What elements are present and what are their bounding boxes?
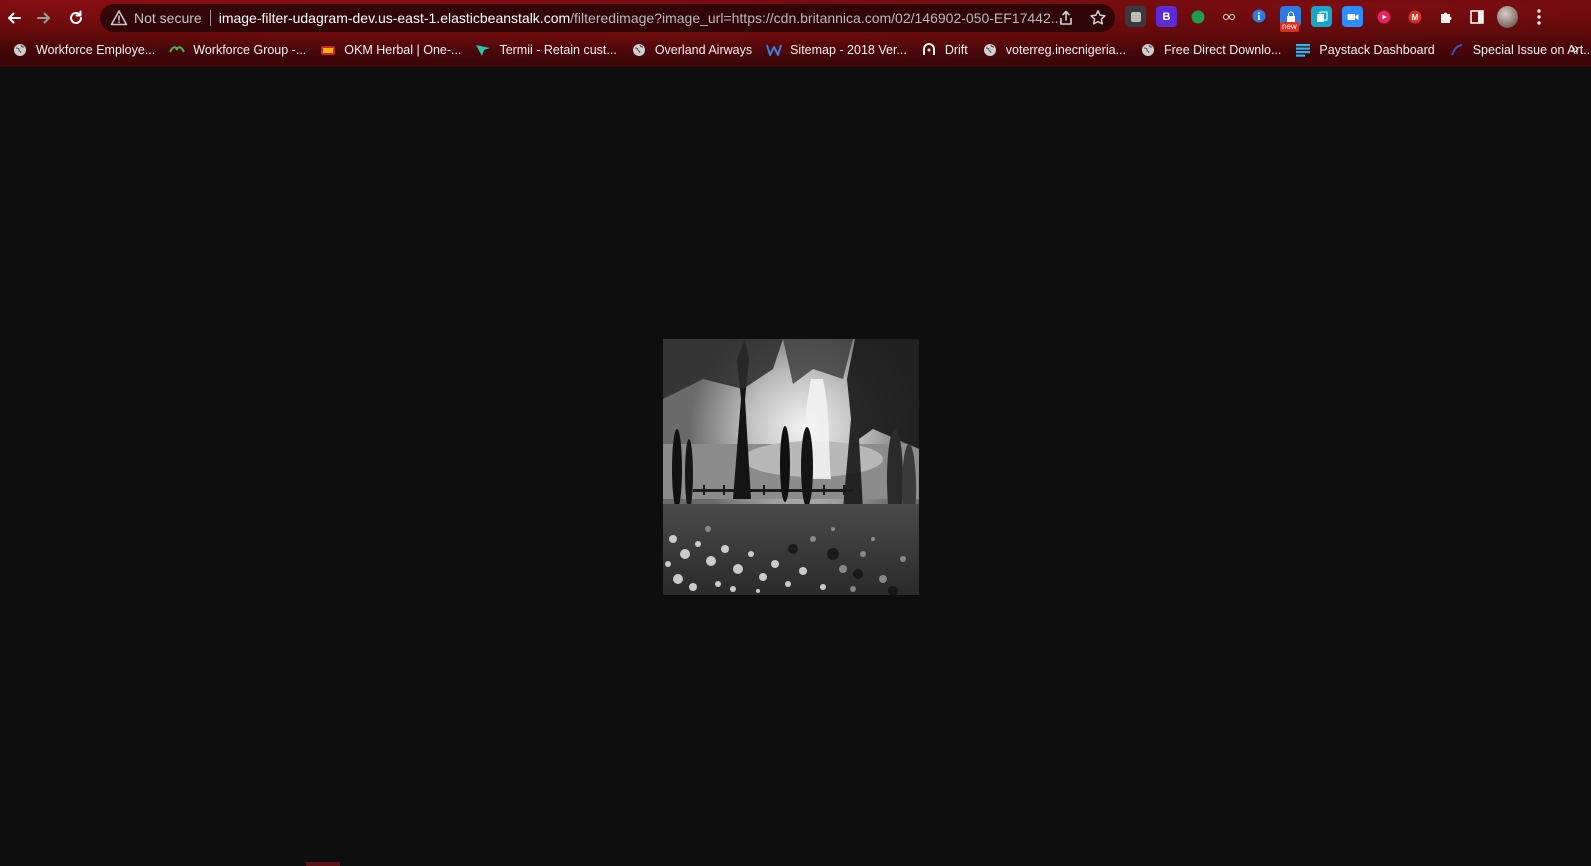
mail-icon: M xyxy=(1408,10,1421,23)
globe-icon xyxy=(1140,42,1156,58)
bookmark-item[interactable]: Sitemap - 2018 Ver... xyxy=(760,38,915,62)
bookmark-label: Workforce Employe... xyxy=(36,43,156,57)
bookmark-label: OKM Herbal | One-... xyxy=(344,43,462,57)
paystack-icon xyxy=(1295,42,1311,58)
reload-icon xyxy=(70,10,82,24)
bookmark-label: Drift xyxy=(944,43,968,57)
bookmarks-overflow-button[interactable]: » xyxy=(1571,40,1579,57)
termii-icon xyxy=(475,42,491,58)
leaf-icon xyxy=(1191,10,1204,23)
bookmark-label: Termii - Retain cust... xyxy=(499,43,617,57)
copy-icon xyxy=(1316,11,1327,22)
bookmark-item[interactable]: Workforce Group -... xyxy=(163,38,314,62)
article-icon xyxy=(1449,42,1465,58)
extension-glasses[interactable] xyxy=(1218,6,1239,27)
url-path: /filteredimage?image_url=https://cdn.bri… xyxy=(570,10,1063,26)
bookmark-item[interactable]: OKM Herbal | One-... xyxy=(314,38,469,62)
park-photo-grayscale xyxy=(663,339,919,595)
forward-button[interactable] xyxy=(32,6,56,30)
extensions-menu-button[interactable] xyxy=(1435,6,1456,27)
page-content xyxy=(0,68,1591,866)
bookmarks-bar: Workforce Employe... Workforce Group -..… xyxy=(0,36,1591,64)
back-button[interactable] xyxy=(2,6,26,30)
bookmark-label: Paystack Dashboard xyxy=(1319,43,1435,57)
share-icon[interactable] xyxy=(1057,9,1075,27)
address-separator xyxy=(209,10,211,26)
bookmark-label: Sitemap - 2018 Ver... xyxy=(790,43,907,57)
filtered-image xyxy=(663,339,919,595)
extension-gmail-label: M xyxy=(1411,13,1418,22)
bookmark-item[interactable]: voterreg.inecnigeria... xyxy=(976,38,1134,62)
puzzle-icon xyxy=(1440,12,1451,23)
extension-bootstrap-label: B xyxy=(1162,10,1171,23)
bookmark-label: Workforce Group -... xyxy=(193,43,307,57)
extension-generic-icon xyxy=(1130,11,1141,22)
extension-teal[interactable] xyxy=(1311,6,1332,27)
record-icon xyxy=(1377,10,1390,23)
taskbar-indicator xyxy=(306,862,340,866)
side-panel-button[interactable] xyxy=(1466,6,1487,27)
globe-icon xyxy=(982,42,998,58)
url-host: image-filter-udagram-dev.us-east-1.elast… xyxy=(218,10,571,26)
video-camera-icon xyxy=(1347,13,1358,20)
extensions-bar: B new M xyxy=(1125,5,1549,32)
glasses-icon xyxy=(1222,13,1235,20)
extension-bootstrap[interactable]: B xyxy=(1156,6,1177,27)
extension-record[interactable] xyxy=(1373,6,1394,27)
w-icon xyxy=(766,42,783,58)
bookmark-item[interactable]: Overland Airways xyxy=(625,38,760,62)
arrow-right-icon xyxy=(37,12,50,24)
bookmark-item[interactable]: Workforce Employe... xyxy=(6,38,163,62)
info-icon xyxy=(1252,9,1265,22)
profile-button[interactable] xyxy=(1497,5,1518,28)
extension-gmail[interactable]: M xyxy=(1404,6,1425,27)
arrow-left-icon xyxy=(8,12,21,24)
leaf-icon xyxy=(169,42,186,58)
bookmark-label: voterreg.inecnigeria... xyxy=(1005,43,1126,57)
warning-icon xyxy=(110,10,128,26)
extension-generic[interactable] xyxy=(1125,6,1146,27)
browser-toolbar: Not secure image-filter-udagram-dev.us-e… xyxy=(0,0,1591,36)
extension-new[interactable]: new xyxy=(1280,6,1301,32)
drift-icon xyxy=(921,42,937,58)
bookmark-item[interactable]: Special Issue on Art... xyxy=(1443,38,1591,62)
more-vertical-icon xyxy=(1536,8,1541,25)
address-bar[interactable]: Not secure image-filter-udagram-dev.us-e… xyxy=(100,4,1115,32)
bookmark-item[interactable]: Termii - Retain cust... xyxy=(469,38,624,62)
bookmark-label: Free Direct Downlo... xyxy=(1163,43,1282,57)
bookmark-item[interactable]: Free Direct Downlo... xyxy=(1134,38,1289,62)
side-panel-icon xyxy=(1469,9,1484,24)
extension-new-badge: new xyxy=(1280,22,1299,32)
browser-chrome: Not secure image-filter-udagram-dev.us-e… xyxy=(0,0,1591,68)
reload-button[interactable] xyxy=(64,6,88,30)
address-bar-actions xyxy=(1057,9,1107,27)
extension-zoom[interactable] xyxy=(1342,6,1363,27)
globe-icon xyxy=(631,42,647,58)
security-status-label[interactable]: Not secure xyxy=(134,10,202,26)
herbal-icon xyxy=(320,42,336,58)
extension-green-leaf[interactable] xyxy=(1187,6,1208,27)
star-bookmark-icon[interactable] xyxy=(1089,9,1107,27)
bookmark-label: Overland Airways xyxy=(654,43,753,57)
bookmark-item[interactable]: Drift xyxy=(915,38,976,62)
bookmark-item[interactable]: Paystack Dashboard xyxy=(1289,38,1442,62)
browser-menu-button[interactable] xyxy=(1528,6,1549,27)
globe-icon xyxy=(12,42,28,58)
avatar xyxy=(1497,5,1518,28)
extension-info[interactable] xyxy=(1249,6,1270,27)
